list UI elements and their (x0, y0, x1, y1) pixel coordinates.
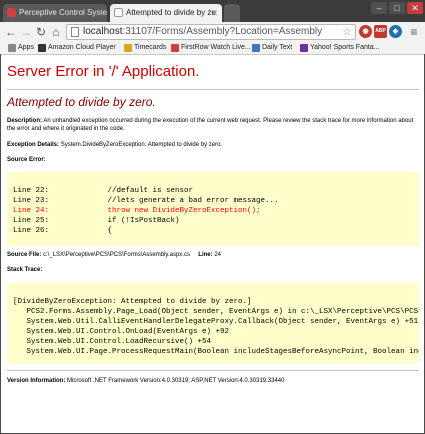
reload-icon[interactable]: ↻ (33, 24, 49, 40)
menu-hamburger-icon[interactable]: ≡ (406, 24, 422, 40)
exception-label: Exception Details: (7, 142, 60, 148)
home-icon[interactable]: ⌂ (48, 24, 64, 40)
tab-title: Attempted to divide by ze (126, 8, 216, 17)
stack-line: System.Web.UI.Control.LoadRecursive() +5… (13, 338, 212, 346)
minimize-icon[interactable]: – (371, 2, 387, 14)
stack-line: [DivideByZeroException: Attempted to div… (13, 298, 252, 306)
url-text: localhost:31107/Forms/Assembly?Location=… (83, 26, 323, 37)
window-controls: – □ ✕ (371, 2, 423, 16)
bookmark-daily-text[interactable]: Daily Text (252, 43, 292, 53)
tab-attempted-divide[interactable]: Attempted to divide by ze ✕ (110, 4, 222, 22)
version-label: Version Information: (7, 378, 66, 384)
navigation-bar: ← → ↻ ⌂ localhost:31107/Forms/Assembly?L… (0, 22, 425, 42)
firstrow-icon (171, 44, 179, 52)
bookmark-star-icon[interactable]: ☆ (342, 25, 352, 39)
stack-line: System.Web.Util.CalliEventHandlerDelegat… (13, 318, 419, 326)
page-title: Server Error in '/' Application. (7, 63, 200, 80)
description-paragraph: Description: An unhandled exception occu… (7, 117, 417, 133)
description-text: An unhandled exception occurred during t… (7, 118, 414, 132)
bookmarks-bar: Apps Amazon Cloud Player Timecards First… (0, 42, 425, 55)
tab-perceptive-control[interactable]: Perceptive Control Syste ✕ (3, 4, 107, 22)
source-line: Line 23: //lets generate a bad error mes… (13, 197, 279, 205)
line-label: Line: (198, 252, 213, 258)
back-arrow-icon[interactable]: ← (3, 24, 19, 40)
tab-close-icon[interactable]: ✕ (95, 4, 103, 22)
version-text: Microsoft .NET Framework Version:4.0.303… (67, 378, 285, 384)
line-number: 24 (214, 252, 221, 258)
amazon-icon (38, 44, 46, 52)
page-favicon-icon (7, 8, 16, 17)
error-subtitle: Attempted to divide by zero. (7, 95, 156, 109)
bookmark-firstrow[interactable]: FirstRow Watch Live... (171, 43, 251, 53)
version-divider (7, 370, 419, 371)
source-file-path: c:\_LSX\Perceptive\PCS\PCS\Forms\Assembl… (43, 252, 190, 258)
exception-details: Exception Details: System.DivideByZeroEx… (7, 141, 222, 149)
daily-text-icon (252, 44, 260, 52)
tab-close-icon[interactable]: ✕ (210, 4, 218, 22)
maximize-icon[interactable]: □ (389, 2, 405, 14)
source-error-heading: Source Error: (7, 157, 46, 163)
source-line: Line 25: if (!IsPostBack) (13, 217, 180, 225)
folder-icon (124, 44, 132, 52)
bookmark-timecards[interactable]: Timecards (124, 43, 166, 53)
close-window-icon[interactable]: ✕ (407, 2, 423, 14)
page-content: Server Error in '/' Application. Attempt… (0, 55, 425, 434)
forward-arrow-icon[interactable]: → (18, 24, 34, 40)
tab-strip: Perceptive Control Syste ✕ Attempted to … (0, 0, 425, 22)
exception-text: System.DivideByZeroException: Attempted … (60, 142, 223, 148)
extension-red-icon[interactable]: ◉ (359, 25, 372, 38)
stack-line: System.Web.UI.Control.OnLoad(EventArgs e… (13, 328, 230, 336)
window-frame-left (0, 54, 1, 434)
apps-grid-icon (8, 44, 16, 52)
source-line: Line 26: { (13, 227, 113, 235)
yahoo-icon (300, 44, 308, 52)
address-bar[interactable]: localhost:31107/Forms/Assembly?Location=… (66, 24, 356, 40)
stack-trace-heading: Stack Trace: (7, 267, 43, 273)
source-error-box: Line 22: //default is sensor Line 23: //… (7, 172, 419, 246)
source-file-info: Source File: c:\_LSX\Perceptive\PCS\PCS\… (7, 251, 221, 259)
stack-line: System.Web.UI.Page.ProcessRequestMain(Bo… (13, 348, 420, 356)
source-line-highlighted: Line 24: throw new DivideByZeroException… (13, 207, 261, 215)
bookmark-yahoo-sports[interactable]: Yahoo! Sports Fanta... (300, 43, 380, 53)
adblock-icon[interactable]: ABP (374, 25, 387, 38)
extension-blue-icon[interactable]: ◆ (389, 25, 402, 38)
tab-title: Perceptive Control Syste (19, 8, 107, 17)
bookmark-apps[interactable]: Apps (8, 43, 34, 53)
bookmark-amazon-cloud-player[interactable]: Amazon Cloud Player (38, 43, 116, 53)
stack-line: PCS2.Forms.Assembly.Page_Load(Object sen… (13, 308, 420, 316)
stack-trace-box: [DivideByZeroException: Attempted to div… (7, 283, 419, 363)
title-divider (7, 89, 419, 90)
browser-chrome: Perceptive Control Syste ✕ Attempted to … (0, 0, 425, 55)
page-favicon-icon (114, 8, 123, 17)
version-information: Version Information: Microsoft .NET Fram… (7, 377, 284, 385)
description-label: Description: (7, 118, 43, 124)
page-icon (71, 27, 79, 37)
new-tab-button[interactable] (224, 4, 240, 22)
source-line: Line 22: //default is sensor (13, 187, 194, 195)
source-file-label: Source File: (7, 252, 42, 258)
